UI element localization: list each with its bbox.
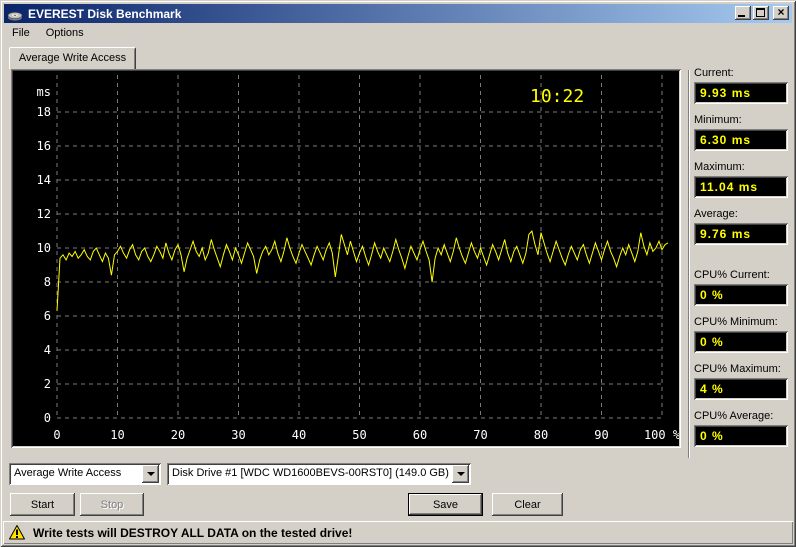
svg-text:4: 4 [44,343,51,357]
test-type-value: Average Write Access [14,467,122,479]
svg-text:70: 70 [473,428,487,442]
stat-average: Average: 9.76 ms [694,208,788,245]
stat-current: Current: 9.93 ms [694,67,788,104]
svg-text:90: 90 [594,428,608,442]
save-button[interactable]: Save [408,493,483,516]
svg-text:10: 10 [110,428,124,442]
stat-label: Average: [694,208,738,220]
svg-text:ms: ms [37,85,51,99]
stat-label: CPU% Maximum: [694,363,781,375]
stat-maximum: Maximum: 11.04 ms [694,161,788,198]
stat-cpu-current: CPU% Current: 0 % [694,269,788,306]
window-title: EVEREST Disk Benchmark [28,6,182,21]
svg-text:60: 60 [413,428,427,442]
status-bar: Write tests will DESTROY ALL DATA on the… [3,521,793,544]
stat-label: CPU% Minimum: [694,316,778,328]
svg-text:12: 12 [37,207,51,221]
svg-text:0: 0 [44,411,51,425]
chevron-down-icon [456,472,465,476]
svg-text:40: 40 [292,428,306,442]
svg-text:10:22: 10:22 [530,86,584,107]
svg-text:2: 2 [44,377,51,391]
stat-value: 9.76 ms [694,223,788,245]
status-text: Write tests will DESTROY ALL DATA on the… [33,525,353,540]
svg-text:10: 10 [37,241,51,255]
stat-value: 0 % [694,284,788,306]
svg-text:8: 8 [44,275,51,289]
drive-select[interactable]: Disk Drive #1 [WDC WD1600BEVS-00RST0] (1… [167,463,471,485]
title-bar[interactable]: EVEREST Disk Benchmark × [4,4,792,23]
stat-label: Maximum: [694,161,745,173]
svg-text:18: 18 [37,105,51,119]
stat-cpu-maximum: CPU% Maximum: 4 % [694,363,788,400]
tab-label: Average Write Access [18,52,127,64]
warning-icon [9,525,25,540]
svg-text:100 %: 100 % [644,428,679,442]
benchmark-chart-svg: 0 2 4 6 8 10 12 14 16 18 0 10 20 30 40 50 60 70 80 90 100 % m… [37,75,681,442]
stat-label: Minimum: [694,114,742,126]
menu-bar: File Options [4,24,792,42]
stats-panel: Current: 9.93 ms Minimum: 6.30 ms Maximu… [694,0,788,547]
stat-cpu-average: CPU% Average: 0 % [694,410,788,447]
drive-dropdown-button[interactable] [452,465,469,483]
clear-button[interactable]: Clear [492,493,563,516]
menu-options[interactable]: Options [38,25,92,41]
stat-value: 9.93 ms [694,82,788,104]
everest-disk-benchmark-window: EVEREST Disk Benchmark × File Options Av… [0,0,796,547]
svg-text:16: 16 [37,139,51,153]
stat-label: CPU% Current: [694,269,770,281]
drive-value: Disk Drive #1 [WDC WD1600BEVS-00RST0] (1… [172,467,449,479]
app-icon [7,6,23,22]
panel-divider [688,70,690,458]
svg-text:14: 14 [37,173,51,187]
benchmark-chart: 0 2 4 6 8 10 12 14 16 18 0 10 20 30 40 50 60 70 80 90 100 % m… [11,69,681,448]
stat-cpu-minimum: CPU% Minimum: 0 % [694,316,788,353]
test-type-dropdown-button[interactable] [142,465,159,483]
svg-text:80: 80 [534,428,548,442]
stat-value: 0 % [694,425,788,447]
start-button[interactable]: Start [10,493,75,516]
test-type-select[interactable]: Average Write Access [9,463,161,485]
chevron-down-icon [146,472,155,476]
menu-file[interactable]: File [4,25,38,41]
stat-value: 11.04 ms [694,176,788,198]
stop-button[interactable]: Stop [80,493,144,516]
stat-minimum: Minimum: 6.30 ms [694,114,788,151]
stat-value: 0 % [694,331,788,353]
stat-label: Current: [694,67,734,79]
stat-value: 6.30 ms [694,129,788,151]
stat-label: CPU% Average: [694,410,774,422]
svg-text:6: 6 [44,309,51,323]
svg-text:20: 20 [171,428,185,442]
svg-text:50: 50 [352,428,366,442]
stat-value: 4 % [694,378,788,400]
svg-text:30: 30 [231,428,245,442]
tab-average-write-access[interactable]: Average Write Access [9,47,136,69]
svg-text:0: 0 [53,428,60,442]
